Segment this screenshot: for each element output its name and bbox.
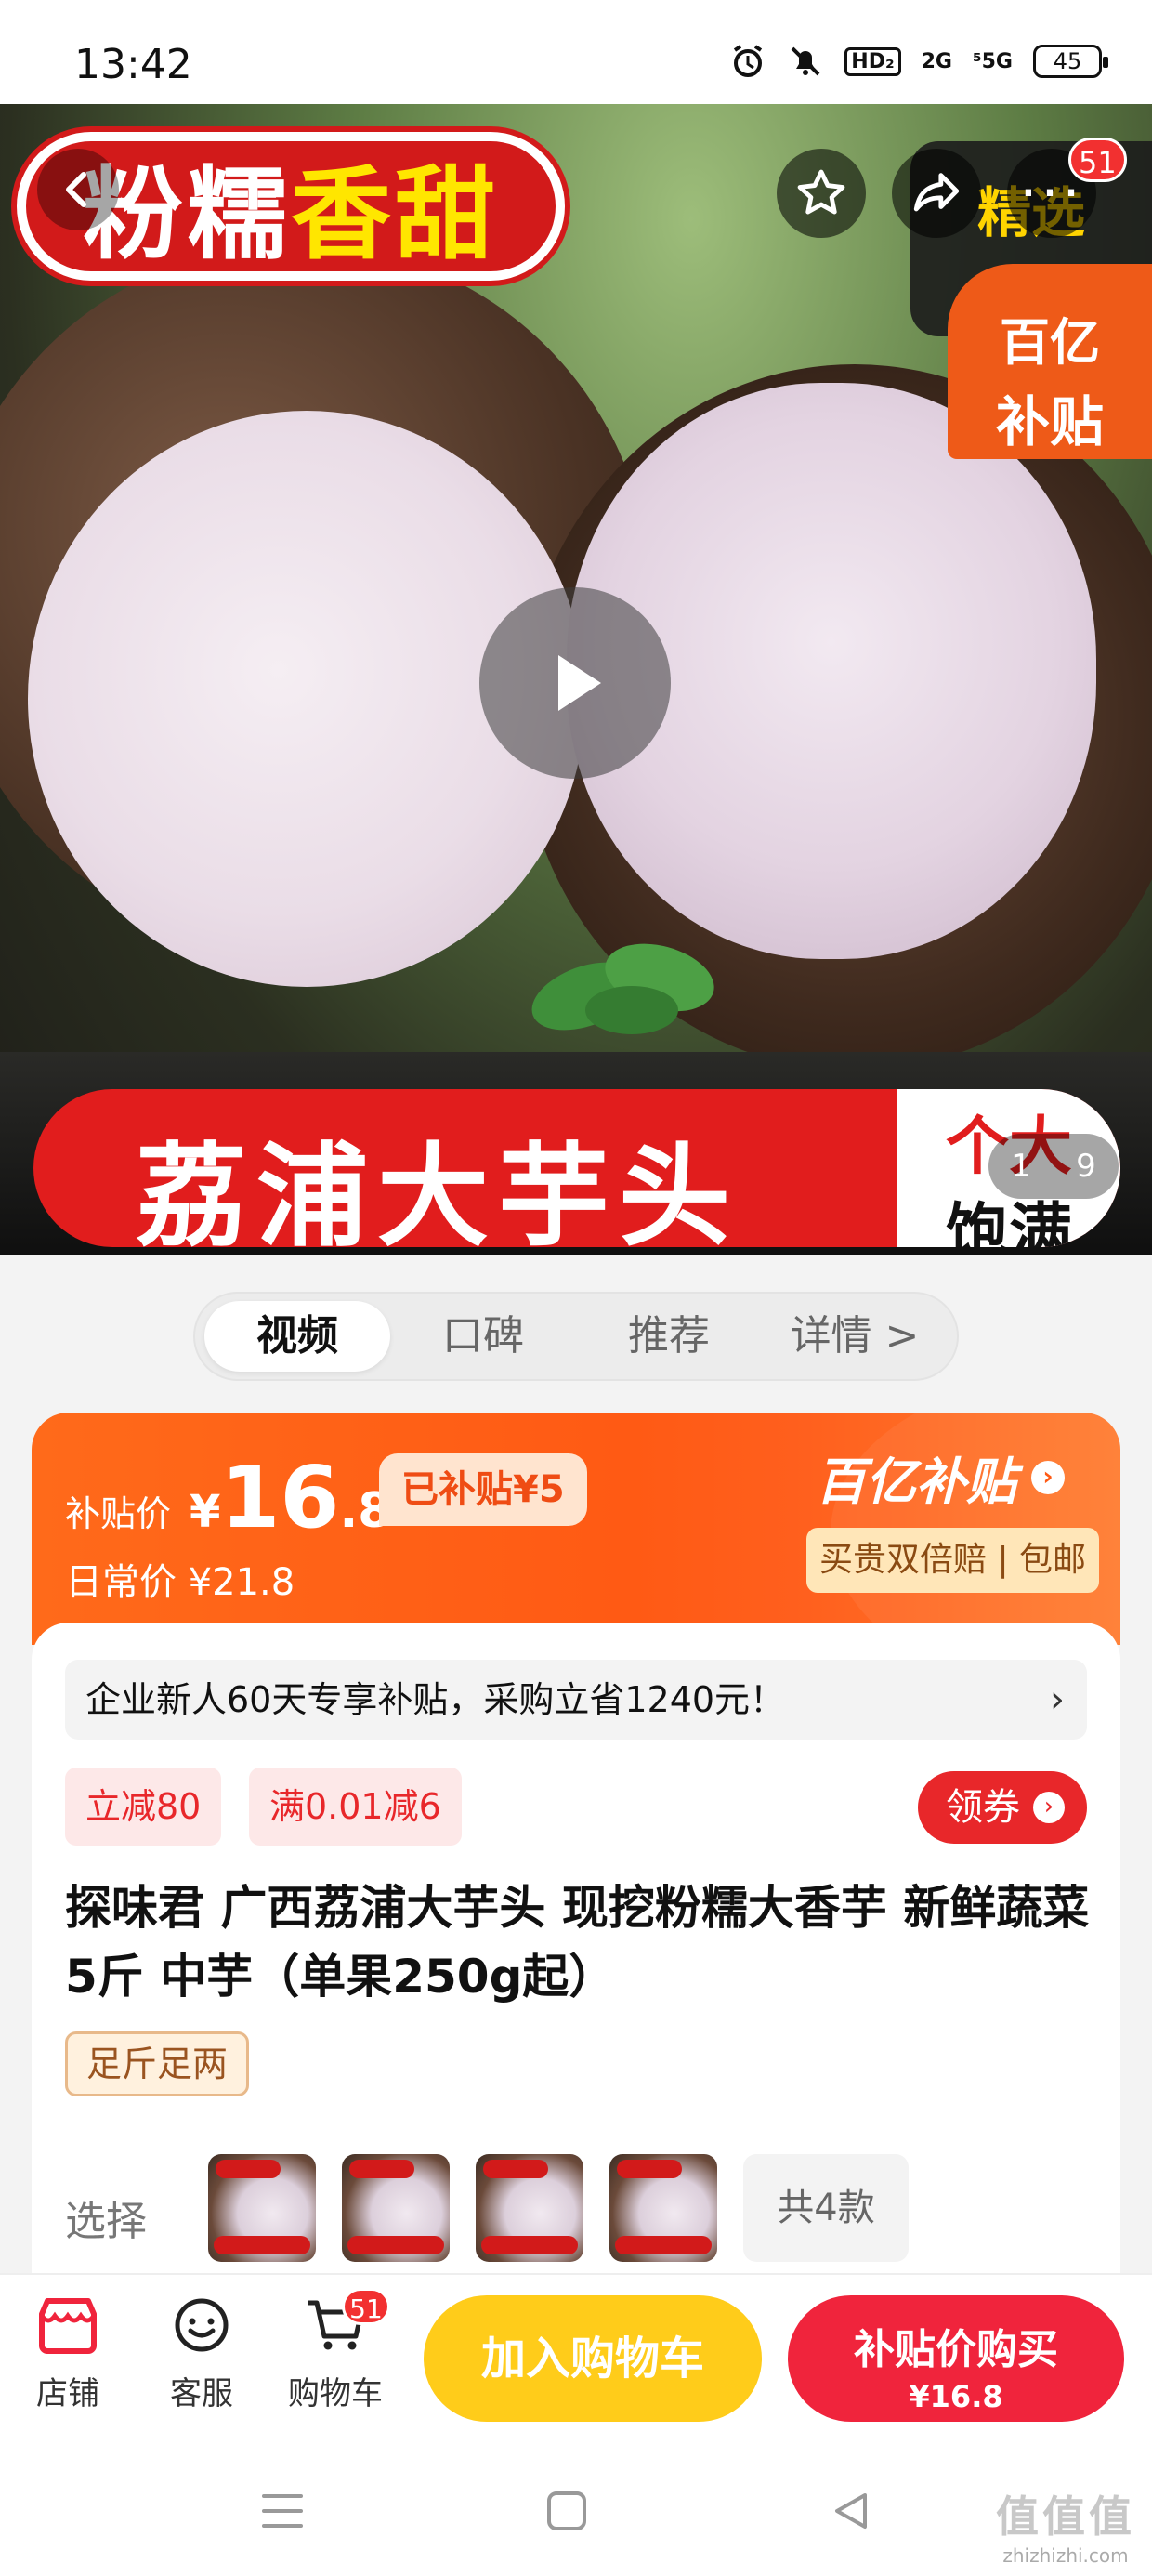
status-time: 13:42 <box>74 41 192 88</box>
billion-subsidy-logo[interactable]: 百亿补贴 › <box>816 1440 1065 1514</box>
badge-text-b: 香甜 <box>291 156 500 273</box>
variant-select-label: 选择 <box>65 2198 147 2245</box>
coupon-min-spend: 满0.01减6 <box>249 1768 462 1846</box>
cart-count-badge: 51 <box>342 2288 390 2325</box>
brand-text: 百亿补贴 <box>816 1452 1016 1511</box>
pager-total: 9 <box>1076 1148 1096 1185</box>
claim-label: 领券 <box>946 1786 1020 1829</box>
variant-thumbnail[interactable] <box>609 2154 717 2262</box>
banner-main-text: 荔浦大芋头 <box>136 1131 740 1247</box>
buy-now-button[interactable]: 补贴价购买 ¥16.8 <box>788 2295 1124 2422</box>
chevron-right-icon: › <box>1031 1460 1065 1494</box>
status-icons: HD₂ 2G ⁵5G 45 <box>729 43 1108 80</box>
store-icon <box>39 2298 97 2354</box>
hd-voice-icon: HD₂ <box>844 46 901 76</box>
variant-thumbnail[interactable] <box>476 2154 583 2262</box>
product-info-card: 企业新人60天专享补贴，采购立省1240元！ › 立减80 满0.01减6 领券… <box>32 1623 1120 2273</box>
price-integer: 16 <box>220 1448 340 1547</box>
chevron-right-icon: › <box>1033 1792 1065 1823</box>
tab-details[interactable]: 详情 > <box>762 1301 948 1372</box>
subsidy-price: ¥16.8 <box>190 1448 391 1547</box>
watermark-logo-text: 值值值 <box>996 2491 1135 2542</box>
triangle-back-icon <box>835 2493 867 2529</box>
cart-button[interactable]: 51 购物车 <box>275 2288 396 2413</box>
pager-current: 1 <box>1011 1148 1031 1185</box>
tab-recommend[interactable]: 推荐 <box>576 1301 762 1372</box>
signal-5g-icon: ⁵5G <box>972 49 1013 73</box>
guarantee-tag: 买贵双倍赔 | 包邮 <box>806 1528 1100 1593</box>
message-count-badge: 51 <box>1068 138 1127 182</box>
system-back-button[interactable] <box>823 2483 879 2539</box>
play-video-button[interactable] <box>479 587 671 779</box>
hero-product-banner: 荔浦大芋头 个大 饱满 <box>33 1089 1120 1247</box>
tab-reviews[interactable]: 口碑 <box>390 1301 576 1372</box>
variant-thumbnail[interactable] <box>208 2154 316 2262</box>
watermark-url: zhizhizhi.com <box>1002 2544 1129 2567</box>
home-square-icon <box>547 2491 586 2530</box>
mint-leaf-decoration <box>531 943 714 1034</box>
cart-label: 购物车 <box>288 2375 383 2412</box>
buy-now-price: ¥16.8 <box>909 2379 1003 2414</box>
customer-service-button[interactable]: 客服 <box>141 2295 262 2413</box>
more-dots-icon: ··· <box>1019 161 1084 226</box>
promo-text: 企业新人60天专享补贴，采购立省1240元！ <box>85 1679 786 1720</box>
variant-count-button[interactable]: 共4款 <box>743 2154 909 2262</box>
share-button[interactable] <box>892 149 981 238</box>
mute-bell-icon <box>791 46 820 76</box>
weight-guarantee-tag: 足斤足两 <box>65 2031 250 2096</box>
coupon-discount-80: 立减80 <box>65 1768 222 1846</box>
variant-thumbnail[interactable] <box>342 2154 450 2262</box>
product-image-carousel[interactable]: 粉糯香甜 精选 品质 百亿 补贴 ··· 51 荔浦大芋头 个大 饱满 1 9 <box>0 104 1152 1255</box>
subsidy-price-label: 补贴价 <box>65 1493 172 1534</box>
section-tabs: 视频 口碑 推荐 详情 > <box>193 1292 959 1381</box>
system-navigation-bar: 值值值 zhizhizhi.com <box>0 2437 1152 2576</box>
claim-coupon-button[interactable]: 领券 › <box>918 1771 1087 1844</box>
star-icon <box>797 169 845 215</box>
site-watermark: 值值值 zhizhizhi.com <box>996 2483 1135 2567</box>
image-pager: 1 9 <box>988 1134 1119 1199</box>
favorite-button[interactable] <box>777 149 866 238</box>
chevron-right-icon: › <box>1050 1678 1065 1721</box>
store-button[interactable]: 店铺 <box>7 2295 128 2413</box>
store-label: 店铺 <box>36 2375 99 2412</box>
enterprise-promo-banner[interactable]: 企业新人60天专享补贴，采购立省1240元！ › <box>65 1660 1087 1740</box>
back-button[interactable] <box>37 149 119 230</box>
signal-2g-icon: 2G <box>921 49 952 73</box>
menu-icon <box>262 2494 303 2528</box>
tab-video[interactable]: 视频 <box>204 1301 390 1372</box>
home-button[interactable] <box>539 2483 595 2539</box>
chevron-left-icon <box>66 172 86 207</box>
daily-price: 日常价 ¥21.8 <box>65 1561 295 1604</box>
alarm-icon <box>734 45 763 77</box>
hero-badge-subsidy: 百亿 补贴 <box>948 264 1152 459</box>
buy-now-label: 补贴价购买 <box>854 2326 1058 2373</box>
subsidy-line2: 补贴 <box>995 390 1104 453</box>
subsidy-line1: 百亿 <box>1000 313 1100 372</box>
share-icon <box>913 173 960 212</box>
product-title: 探味君 广西荔浦大芋头 现挖粉糯大香芋 新鲜蔬菜 5斤 中芋（单果250g起） <box>65 1881 1090 2004</box>
chat-smile-icon <box>175 2298 229 2352</box>
play-icon <box>558 655 601 711</box>
recent-apps-button[interactable] <box>255 2483 310 2539</box>
battery-icon: 45 <box>1033 45 1108 78</box>
service-label: 客服 <box>170 2375 233 2412</box>
price-banner: 补贴价 ¥16.8 已补贴¥5 日常价 ¥21.8 百亿补贴 › 买贵双倍赔 |… <box>32 1413 1120 1645</box>
subsidy-amount-chip: 已补贴¥5 <box>379 1453 587 1526</box>
add-to-cart-button[interactable]: 加入购物车 <box>424 2295 762 2422</box>
status-bar: 13:42 HD₂ 2G ⁵5G 45 <box>0 0 1152 104</box>
price-currency: ¥ <box>190 1486 221 1538</box>
bottom-action-bar: 店铺 客服 51 购物车 加入购物车 补贴价购买 ¥16.8 <box>0 2273 1152 2437</box>
